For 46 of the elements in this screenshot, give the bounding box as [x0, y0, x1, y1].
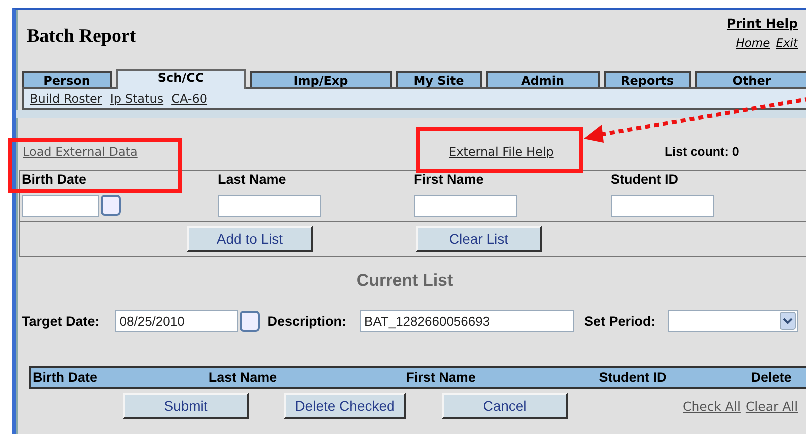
period-dropdown[interactable]	[668, 310, 798, 332]
form-button[interactable]: Delete Checked	[284, 393, 406, 419]
date-field[interactable]	[22, 195, 99, 217]
nav-link[interactable]: Home	[736, 36, 770, 50]
field-label: First Name	[414, 172, 484, 187]
set-period-label: Set Period:	[584, 314, 656, 328]
text-field[interactable]	[218, 195, 321, 217]
description-field[interactable]: BAT_1282660056693	[360, 310, 574, 332]
column-header: Delete	[750, 370, 793, 385]
print-help-link[interactable]: Print Help	[726, 16, 798, 31]
subnav-link[interactable]: CA-60	[172, 92, 208, 106]
external-file-help-link[interactable]: External File Help	[449, 145, 554, 159]
nav-link[interactable]: Exit	[776, 36, 798, 50]
target-date-field[interactable]: 08/25/2010	[114, 310, 238, 332]
list-count: List count: 0	[665, 145, 740, 159]
calendar-button[interactable]	[240, 310, 260, 332]
tab[interactable]: Person	[22, 71, 112, 87]
field-label: Last Name	[218, 172, 286, 187]
form-button[interactable]: Cancel	[442, 393, 568, 419]
form-button[interactable]: Submit	[123, 393, 249, 419]
tab[interactable]: Reports	[604, 71, 691, 87]
column-header: Student ID	[598, 370, 668, 385]
section-title: Current List	[356, 271, 454, 291]
tab[interactable]: Other	[695, 71, 806, 87]
load-external-data-link[interactable]: Load External Data	[23, 145, 138, 159]
selection-link[interactable]: Check All	[683, 399, 741, 414]
target-date-label: Target Date:	[22, 314, 100, 328]
description-label: Description:	[268, 314, 347, 328]
tab[interactable]: My Site	[396, 71, 482, 87]
subnav-link[interactable]: Build Roster	[30, 92, 102, 106]
page-title: Batch Report	[27, 26, 136, 49]
selection-link[interactable]: Clear All	[746, 399, 798, 414]
clear-list-button[interactable]: Clear List	[416, 226, 542, 252]
text-field[interactable]	[611, 195, 714, 217]
tab[interactable]: Sch/CC	[116, 69, 246, 89]
calendar-button[interactable]	[101, 195, 121, 216]
column-header: Birth Date	[32, 370, 99, 385]
field-label: Birth Date	[22, 172, 87, 187]
text-field[interactable]	[414, 195, 517, 217]
column-header: First Name	[405, 370, 477, 385]
tab[interactable]: Imp/Exp	[250, 71, 392, 87]
tab[interactable]: Admin	[486, 71, 600, 87]
field-label: Student ID	[611, 172, 678, 187]
add-to-list-button[interactable]: Add to List	[187, 226, 313, 252]
subnav-link[interactable]: Ip Status	[110, 92, 164, 106]
column-header: Last Name	[208, 370, 278, 385]
